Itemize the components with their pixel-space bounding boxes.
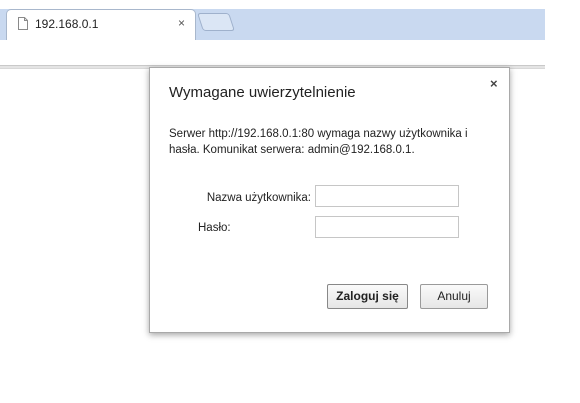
tab-strip: 192.168.0.1 × xyxy=(0,0,580,40)
new-tab-button[interactable] xyxy=(197,13,235,31)
tab-close-icon[interactable]: × xyxy=(178,16,185,30)
tab-active[interactable]: 192.168.0.1 × xyxy=(6,9,196,40)
cancel-button[interactable]: Anuluj xyxy=(420,284,488,309)
username-field[interactable] xyxy=(315,185,459,207)
username-label: Nazwa użytkownika: xyxy=(206,192,311,204)
login-button[interactable]: Zaloguj się xyxy=(327,284,408,309)
password-field[interactable] xyxy=(315,216,459,238)
browser-toolbar xyxy=(0,40,580,65)
password-label: Hasło: xyxy=(198,222,231,234)
auth-dialog: × Wymagane uwierzytelnienie Serwer http:… xyxy=(149,67,510,333)
close-icon[interactable]: × xyxy=(490,76,498,91)
tab-title: 192.168.0.1 xyxy=(35,17,99,31)
page-icon xyxy=(18,17,28,30)
dialog-message: Serwer http://192.168.0.1:80 wymaga nazw… xyxy=(169,128,468,156)
dialog-title: Wymagane uwierzytelnienie xyxy=(169,84,356,101)
